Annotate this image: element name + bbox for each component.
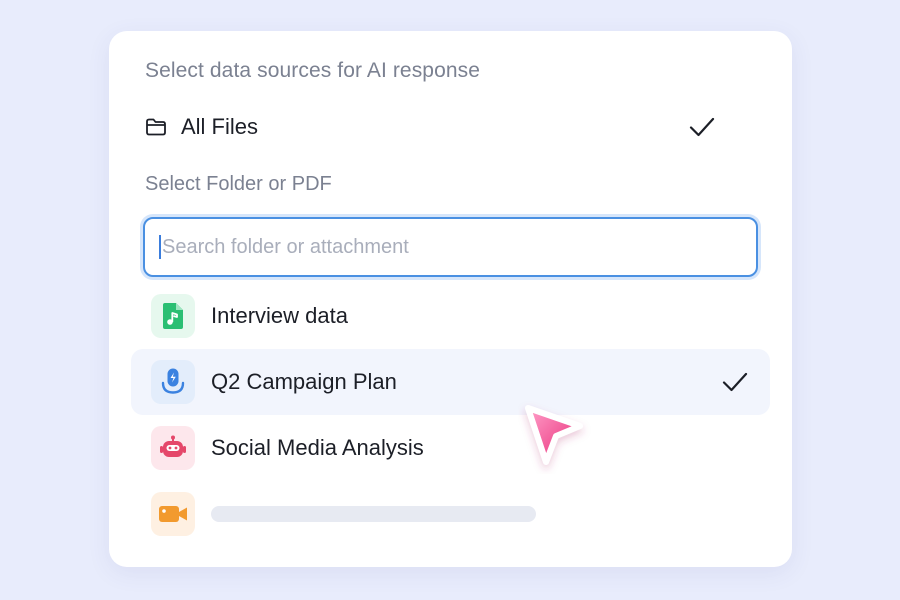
source-list: Interview data Q2 Campaign Plan Social M… bbox=[131, 283, 770, 547]
item-label: Social Media Analysis bbox=[211, 435, 424, 460]
list-item-interview-data[interactable]: Interview data bbox=[131, 283, 770, 349]
checkmark-icon bbox=[689, 117, 715, 137]
data-source-selector-panel: Select data sources for AI response All … bbox=[109, 31, 792, 567]
folder-section-title: Select Folder or PDF bbox=[145, 173, 332, 195]
item-icon-badge bbox=[151, 360, 195, 404]
all-files-label: All Files bbox=[181, 114, 259, 139]
item-label: Q2 Campaign Plan bbox=[211, 369, 397, 394]
mouse-pointer-icon bbox=[525, 405, 583, 465]
list-item-social-media-analysis[interactable]: Social Media Analysis bbox=[131, 415, 770, 481]
item-icon-badge bbox=[151, 426, 195, 470]
search-field[interactable] bbox=[143, 217, 758, 277]
microphone-icon bbox=[161, 368, 185, 394]
audio-file-icon bbox=[163, 303, 183, 329]
item-icon-badge bbox=[151, 492, 195, 536]
item-icon-badge bbox=[151, 294, 195, 338]
list-item-q2-campaign-plan[interactable]: Q2 Campaign Plan bbox=[131, 349, 770, 415]
text-cursor bbox=[159, 235, 161, 259]
panel-title: Select data sources for AI response bbox=[145, 59, 481, 82]
list-item-loading[interactable] bbox=[131, 481, 770, 547]
robot-icon bbox=[160, 435, 186, 457]
item-label: Interview data bbox=[211, 303, 348, 328]
folder-icon bbox=[146, 118, 166, 136]
loading-skeleton-bar bbox=[211, 506, 536, 522]
search-input[interactable] bbox=[162, 235, 722, 259]
checkmark-icon bbox=[722, 372, 748, 392]
all-files-option[interactable]: All Files bbox=[145, 109, 715, 145]
video-camera-icon bbox=[159, 506, 187, 522]
